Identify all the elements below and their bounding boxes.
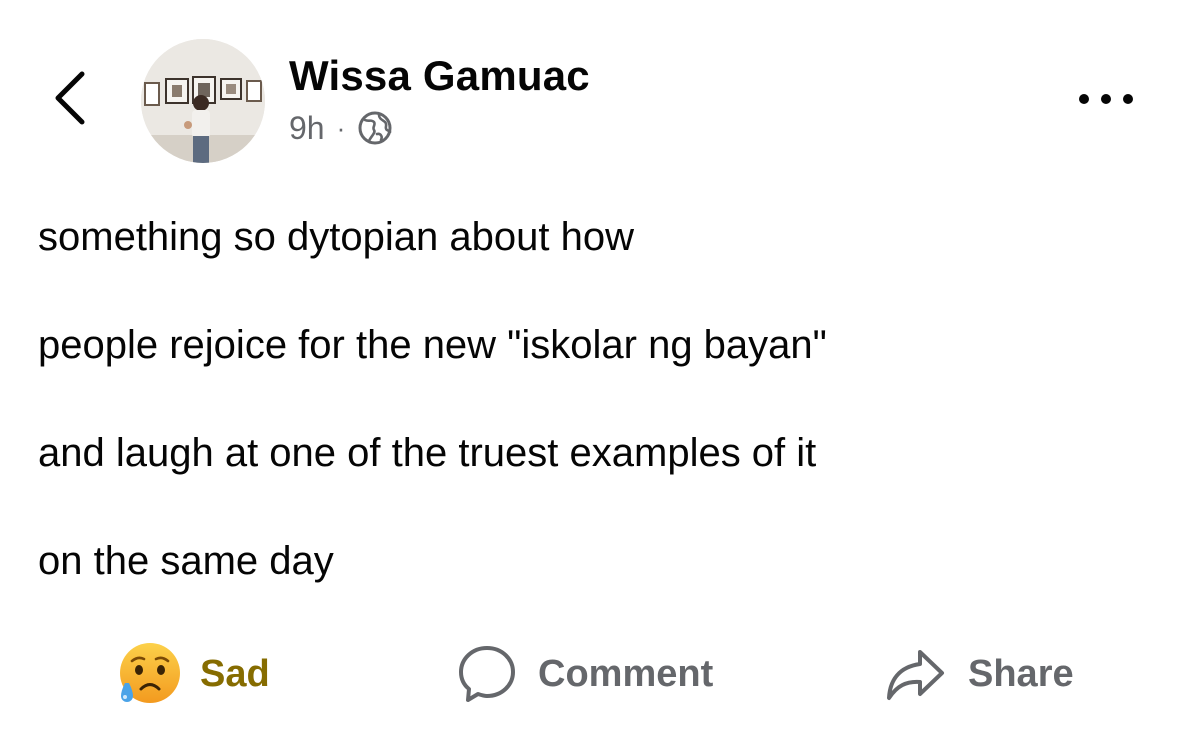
meta-separator: · bbox=[336, 112, 346, 143]
ellipsis-icon bbox=[1079, 94, 1133, 104]
comment-icon bbox=[459, 646, 515, 702]
reaction-button[interactable]: Sad bbox=[116, 632, 270, 716]
sad-emoji-icon bbox=[120, 643, 180, 703]
comment-button[interactable]: Comment bbox=[456, 632, 713, 716]
post-meta: 9h · bbox=[289, 108, 393, 148]
avatar-photo bbox=[141, 39, 265, 163]
avatar[interactable] bbox=[141, 39, 265, 163]
share-icon bbox=[887, 650, 944, 700]
author-name[interactable]: Wissa Gamuac bbox=[289, 52, 590, 100]
reaction-label: Sad bbox=[200, 652, 270, 695]
post-line: something so dytopian about how bbox=[38, 215, 634, 259]
post-body: something so dytopian about how people r… bbox=[38, 208, 1138, 640]
post-line: on the same day bbox=[38, 539, 334, 583]
comment-label: Comment bbox=[538, 652, 714, 695]
share-label: Share bbox=[968, 652, 1074, 695]
more-options-button[interactable] bbox=[1076, 84, 1136, 114]
post-line: and laugh at one of the truest examples … bbox=[38, 431, 817, 475]
back-button[interactable] bbox=[48, 66, 96, 130]
post-line: people rejoice for the new "iskolar ng b… bbox=[38, 323, 827, 367]
action-bar: Sad Comment Share bbox=[0, 632, 1179, 716]
post-time[interactable]: 9h bbox=[289, 110, 325, 147]
share-button[interactable]: Share bbox=[884, 632, 1074, 716]
globe-icon[interactable] bbox=[357, 110, 393, 146]
chevron-left-icon bbox=[55, 71, 85, 125]
